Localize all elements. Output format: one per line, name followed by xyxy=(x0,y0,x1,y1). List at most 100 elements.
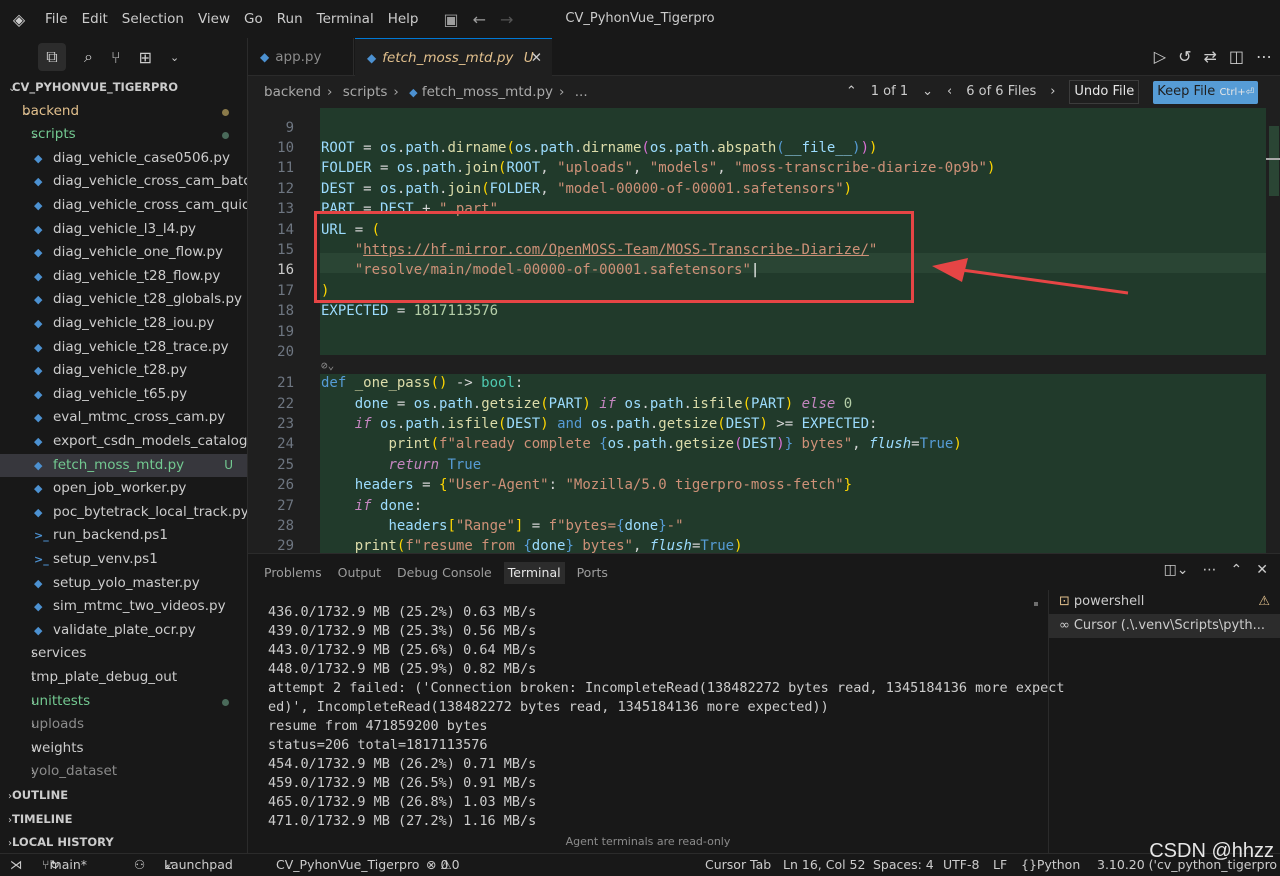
branch-indicator[interactable]: ⑂ main* ↻ xyxy=(42,854,87,876)
menu-file[interactable]: File xyxy=(38,0,75,38)
back-arrow-icon[interactable]: ← xyxy=(473,10,486,29)
source-control-icon[interactable]: ⚇ xyxy=(134,854,145,876)
panel-tab-output[interactable]: Output xyxy=(334,562,385,584)
tree-folder[interactable]: ›services xyxy=(0,642,247,666)
code-line-25: return True xyxy=(388,456,482,473)
tree-file[interactable]: ◆ diag_vehicle_one_flow.py xyxy=(0,241,247,265)
project-name[interactable]: CV_PyhonVue_Tigerpro xyxy=(276,854,419,876)
tree-file[interactable]: ◆ eval_mtmc_cross_cam.py xyxy=(0,406,247,430)
tree-file[interactable]: ◆ diag_vehicle_t65.py xyxy=(0,383,247,407)
sidebar-section[interactable]: ›TIMELINE xyxy=(0,808,247,832)
menu-help[interactable]: Help xyxy=(381,0,426,38)
tree-folder[interactable]: ›unittests xyxy=(0,690,247,714)
forward-arrow-icon[interactable]: → xyxy=(500,10,513,29)
cursor-tab-status[interactable]: Cursor Tab xyxy=(705,854,771,876)
search-icon[interactable]: ⌕ xyxy=(84,47,93,67)
keep-file-button[interactable]: Keep File Ctrl+⏎ xyxy=(1153,80,1258,104)
python-file-icon: ◆ xyxy=(34,151,43,165)
end-of-line[interactable]: LF xyxy=(993,854,1007,876)
panel-tab-debug-console[interactable]: Debug Console xyxy=(393,562,496,584)
encoding[interactable]: UTF-8 xyxy=(943,854,979,876)
menu-terminal[interactable]: Terminal xyxy=(310,0,381,38)
sidebar-section[interactable]: ›LOCAL HISTORY xyxy=(0,831,247,855)
close-icon[interactable]: ✕ xyxy=(531,39,542,77)
problems-indicator[interactable]: ⊗ 0 ⚠ 0 xyxy=(426,854,460,876)
tree-file[interactable]: ◆ poc_bytetrack_local_track.py xyxy=(0,501,247,525)
code-editor[interactable]: 9 10 11 12 13 14 15 16 17 18 19 20 21 22 23 24 25 26 27 28 2… xyxy=(248,108,1280,553)
tree-file[interactable]: ◆ diag_vehicle_t28_flow.py xyxy=(0,265,247,289)
terminal-item-powershell[interactable]: ⊡ powershell ⚠ xyxy=(1049,590,1280,614)
tree-folder[interactable]: ›uploads xyxy=(0,713,247,737)
folder-label: backend xyxy=(22,102,80,119)
indentation[interactable]: Spaces: 4 xyxy=(873,854,934,876)
tab-fetch-moss-mtd[interactable]: ◆ fetch_moss_mtd.py U ✕ xyxy=(355,38,552,76)
maximize-panel-icon[interactable]: ⌃ xyxy=(1231,562,1243,578)
undo-file-button[interactable]: Undo File xyxy=(1069,80,1140,104)
next-change-icon[interactable]: ⌄ xyxy=(922,76,933,108)
breadcrumb-symbol[interactable]: ... xyxy=(575,84,588,100)
tree-folder-backend[interactable]: ⌄backend xyxy=(0,100,247,124)
explorer-files-icon[interactable]: ⧉ xyxy=(38,43,66,71)
tree-file[interactable]: >_ run_backend.ps1 xyxy=(0,524,247,548)
chevron-down-icon[interactable]: ⌄ xyxy=(170,51,179,64)
language-mode[interactable]: {} Python xyxy=(1021,854,1080,876)
status-bar: ⋊ ⑂ main* ↻ ⚇ ➶ Launchpad CV_PyhonVue_Ti… xyxy=(0,853,1280,876)
tree-file[interactable]: >_ setup_venv.ps1 xyxy=(0,548,247,572)
tree-file[interactable]: ◆ validate_plate_ocr.py xyxy=(0,619,247,643)
chevron-right-icon: › xyxy=(31,720,35,732)
tree-file[interactable]: ◆ fetch_moss_mtd.py U xyxy=(0,453,247,478)
tree-folder[interactable]: ›yolo_dataset xyxy=(0,760,247,784)
history-icon[interactable]: ↺ xyxy=(1178,38,1191,76)
menu-run[interactable]: Run xyxy=(270,0,310,38)
chevron-down-icon: ⌄ xyxy=(22,106,31,118)
tree-file[interactable]: ◆ sim_mtmc_two_videos.py xyxy=(0,595,247,619)
tree-file[interactable]: ◆ diag_vehicle_t28.py xyxy=(0,359,247,383)
tree-root[interactable]: ⌄CV_PYHONVUE_TIGERPRO xyxy=(0,76,247,100)
more-actions-icon[interactable]: ⋯ xyxy=(1256,38,1272,76)
tree-file[interactable]: ◆ open_job_worker.py xyxy=(0,477,247,501)
menu-view[interactable]: View xyxy=(191,0,237,38)
menu-go[interactable]: Go xyxy=(237,0,270,38)
breadcrumb-backend[interactable]: backend xyxy=(264,84,321,100)
menu-edit[interactable]: Edit xyxy=(75,0,115,38)
prev-file-icon[interactable]: ‹ xyxy=(947,76,952,108)
tree-folder[interactable]: ›tmp_plate_debug_out xyxy=(0,666,247,690)
more-actions-icon[interactable]: ⋯ xyxy=(1203,562,1217,578)
panel-tab-ports[interactable]: Ports xyxy=(573,562,612,584)
remote-icon[interactable]: ⋊ xyxy=(10,854,23,876)
tree-file[interactable]: ◆ diag_vehicle_l3_l4.py xyxy=(0,218,247,242)
menu-selection[interactable]: Selection xyxy=(115,0,191,38)
tree-file[interactable]: ◆ diag_vehicle_cross_cam_quick... xyxy=(0,194,247,218)
tree-folder[interactable]: ›weights xyxy=(0,737,247,761)
run-icon[interactable]: ▷ xyxy=(1154,38,1166,76)
split-terminal-icon[interactable]: ◫⌄ xyxy=(1164,562,1189,578)
panel-tab-terminal[interactable]: Terminal xyxy=(503,562,565,584)
tree-file[interactable]: ◆ diag_vehicle_cross_cam_batc... xyxy=(0,170,247,194)
tree-file[interactable]: ◆ diag_vehicle_t28_iou.py xyxy=(0,312,247,336)
close-panel-icon[interactable]: ✕ xyxy=(1256,562,1268,578)
next-file-icon[interactable]: › xyxy=(1050,76,1055,108)
editor-scrollbar[interactable] xyxy=(1266,108,1280,553)
tree-file[interactable]: ◆ setup_yolo_master.py xyxy=(0,572,247,596)
toggle-sidebar-icon[interactable]: ▣ xyxy=(443,10,458,29)
tab-app-py[interactable]: ◆ app.py xyxy=(248,38,354,76)
compare-changes-icon[interactable]: ⇄ xyxy=(1203,38,1216,76)
tree-file[interactable]: ◆ diag_vehicle_t28_globals.py xyxy=(0,288,247,312)
source-control-icon[interactable]: ⑂ xyxy=(111,48,121,67)
sidebar-section[interactable]: ›OUTLINE xyxy=(0,784,247,808)
terminal-item-cursor[interactable]: ∞ Cursor (.\.venv\Scripts\pyth... xyxy=(1049,614,1280,638)
tree-folder-scripts[interactable]: ⌄scripts xyxy=(0,123,247,147)
prev-change-icon[interactable]: ⌃ xyxy=(846,76,857,108)
terminal-output[interactable]: 436.0/1732.9 MB (25.2%) 0.63 MB/s 439.0/1… xyxy=(268,603,1065,831)
breadcrumb-scripts[interactable]: scripts xyxy=(343,84,388,100)
extensions-icon[interactable]: ⊞ xyxy=(139,48,152,67)
tree-file[interactable]: ◆ export_csdn_models_catalog.... xyxy=(0,430,247,454)
cursor-position[interactable]: Ln 16, Col 52 xyxy=(783,854,865,876)
panel-tab-problems[interactable]: Problems xyxy=(260,562,326,584)
breadcrumb-file[interactable]: fetch_moss_mtd.py xyxy=(422,84,553,100)
chevron-right-icon: › xyxy=(31,767,35,779)
split-editor-icon[interactable]: ◫ xyxy=(1229,38,1244,76)
tree-file[interactable]: ◆ diag_vehicle_case0506.py xyxy=(0,147,247,171)
tree-file[interactable]: ◆ diag_vehicle_t28_trace.py xyxy=(0,336,247,360)
chevron-down-icon: ⌄ xyxy=(8,83,17,94)
